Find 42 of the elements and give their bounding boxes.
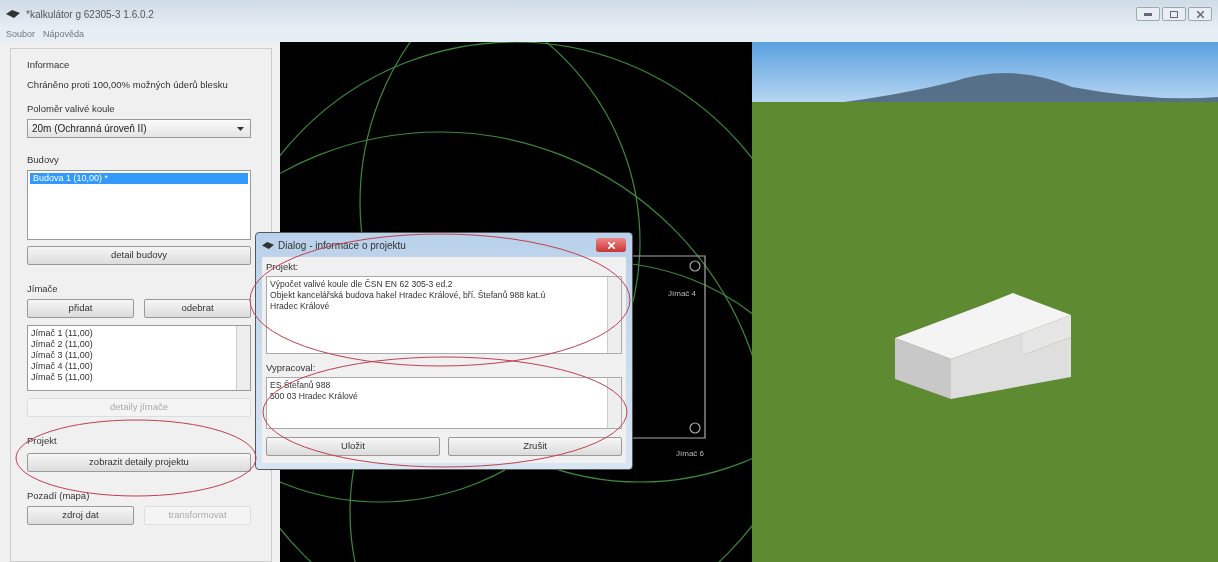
building-detail-button[interactable]: detail budovy <box>27 246 251 265</box>
scrollbar[interactable] <box>607 378 621 428</box>
list-item[interactable]: Jímač 1 (11,00) <box>28 328 236 339</box>
protection-text: Chráněno proti 100,00% možných úderů blesku <box>27 79 229 91</box>
menu-item[interactable]: Nápověda <box>43 28 85 42</box>
dropdown-arrow-icon <box>237 126 244 131</box>
maximize-button[interactable] <box>1162 7 1186 21</box>
project-details-button[interactable]: zobrazit detaily projektu <box>27 453 251 472</box>
minimize-button[interactable] <box>1136 7 1160 21</box>
field-label: Vypracoval: <box>266 362 317 374</box>
data-source-button[interactable]: zdroj dat <box>27 506 134 525</box>
close-button[interactable] <box>1188 7 1212 21</box>
text-area-field[interactable]: Výpočet valivé koule dle ČSN EN 62 305-3 ed.2 Objekt kancelářská budova hakel Hradec Králové, bří. Štefanů 988 kat.ú Hradec Králové <box>266 276 622 354</box>
close-button[interactable] <box>596 238 626 252</box>
save-button[interactable]: Uložit <box>266 437 440 456</box>
close-icon <box>1196 10 1204 18</box>
add-button[interactable]: přidat <box>27 299 134 318</box>
section-label: Informace <box>27 59 71 71</box>
scrollbar[interactable] <box>607 277 621 353</box>
close-icon <box>607 241 615 249</box>
remove-button[interactable]: odebrat <box>144 299 251 318</box>
rod-label: Jímač 6 <box>676 448 704 460</box>
cancel-button[interactable]: Zrušit <box>448 437 622 456</box>
text-area-field[interactable]: ES Štefanů 988 500 03 Hradec Králové <box>266 377 622 429</box>
section-label: Jímače <box>27 283 59 295</box>
section-label: Pozadí (mapa) <box>27 490 91 502</box>
window-title: *kalkulátor g 62305-3 1.6.0.2 <box>26 7 154 22</box>
rod-label: Jímač 4 <box>668 288 696 300</box>
section-label: Poloměr valivé koule <box>27 103 116 115</box>
app-icon <box>262 241 274 249</box>
minimize-icon <box>1144 12 1152 16</box>
radius-select[interactable]: 20m (Ochranná úroveň II) <box>27 119 251 138</box>
scrollbar[interactable] <box>236 326 250 390</box>
list-item[interactable]: Jímač 3 (11,00) <box>28 350 236 361</box>
section-label: Projekt <box>27 435 58 447</box>
menu-item[interactable]: Soubor <box>6 28 36 42</box>
section-label: Budovy <box>27 154 60 166</box>
app-icon <box>6 10 20 18</box>
maximize-icon <box>1170 10 1178 18</box>
list-item[interactable]: Jímač 5 (11,00) <box>28 372 236 383</box>
list-item[interactable]: Jímač 4 (11,00) <box>28 361 236 372</box>
list-item[interactable]: Jímač 2 (11,00) <box>28 339 236 350</box>
